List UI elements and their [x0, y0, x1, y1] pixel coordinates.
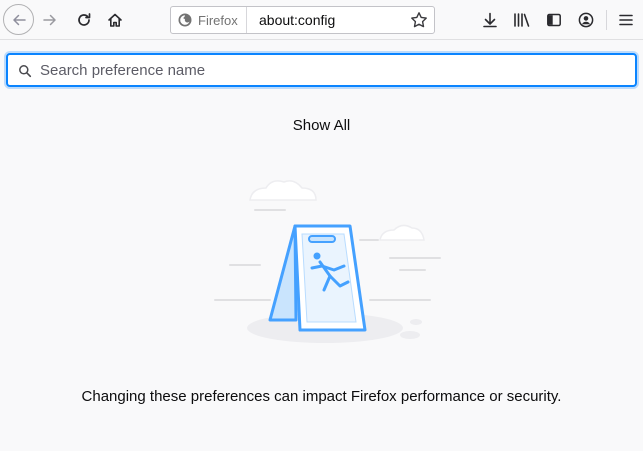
- download-icon: [483, 12, 497, 28]
- back-button[interactable]: [3, 4, 34, 35]
- forward-button[interactable]: [38, 8, 62, 32]
- sidebars-button[interactable]: [542, 8, 566, 32]
- firefox-logo-icon: [178, 13, 192, 27]
- sidebar-icon: [547, 13, 561, 27]
- url-text[interactable]: about:config: [259, 12, 335, 28]
- library-icon: [514, 13, 530, 27]
- home-icon: [108, 13, 122, 27]
- navigation-toolbar: Firefox about:config: [0, 0, 643, 40]
- warning-message: Changing these preferences can impact Fi…: [81, 388, 562, 405]
- library-button[interactable]: [510, 8, 534, 32]
- back-arrow-icon: [12, 14, 26, 25]
- reload-button[interactable]: [72, 8, 96, 32]
- reload-icon: [78, 13, 91, 26]
- identity-label: Firefox: [198, 12, 238, 28]
- search-box[interactable]: [6, 53, 637, 87]
- show-all-button[interactable]: Show All: [0, 117, 643, 134]
- caution-sign: [268, 224, 367, 332]
- identity-box[interactable]: Firefox: [177, 7, 247, 33]
- warning-illustration: [214, 180, 441, 343]
- url-bar[interactable]: Firefox about:config: [170, 6, 435, 34]
- hamburger-menu-icon: [619, 14, 633, 26]
- home-button[interactable]: [103, 8, 127, 32]
- star-icon: [411, 12, 427, 28]
- bookmark-star-button[interactable]: [410, 11, 428, 29]
- forward-arrow-icon: [43, 14, 56, 26]
- open-menu-button[interactable]: [614, 8, 638, 32]
- toolbar-separator: [606, 10, 607, 30]
- account-icon: [578, 12, 594, 28]
- search-input[interactable]: [38, 57, 630, 83]
- search-icon: [19, 65, 32, 78]
- account-button[interactable]: [574, 8, 598, 32]
- downloads-button[interactable]: [478, 8, 502, 32]
